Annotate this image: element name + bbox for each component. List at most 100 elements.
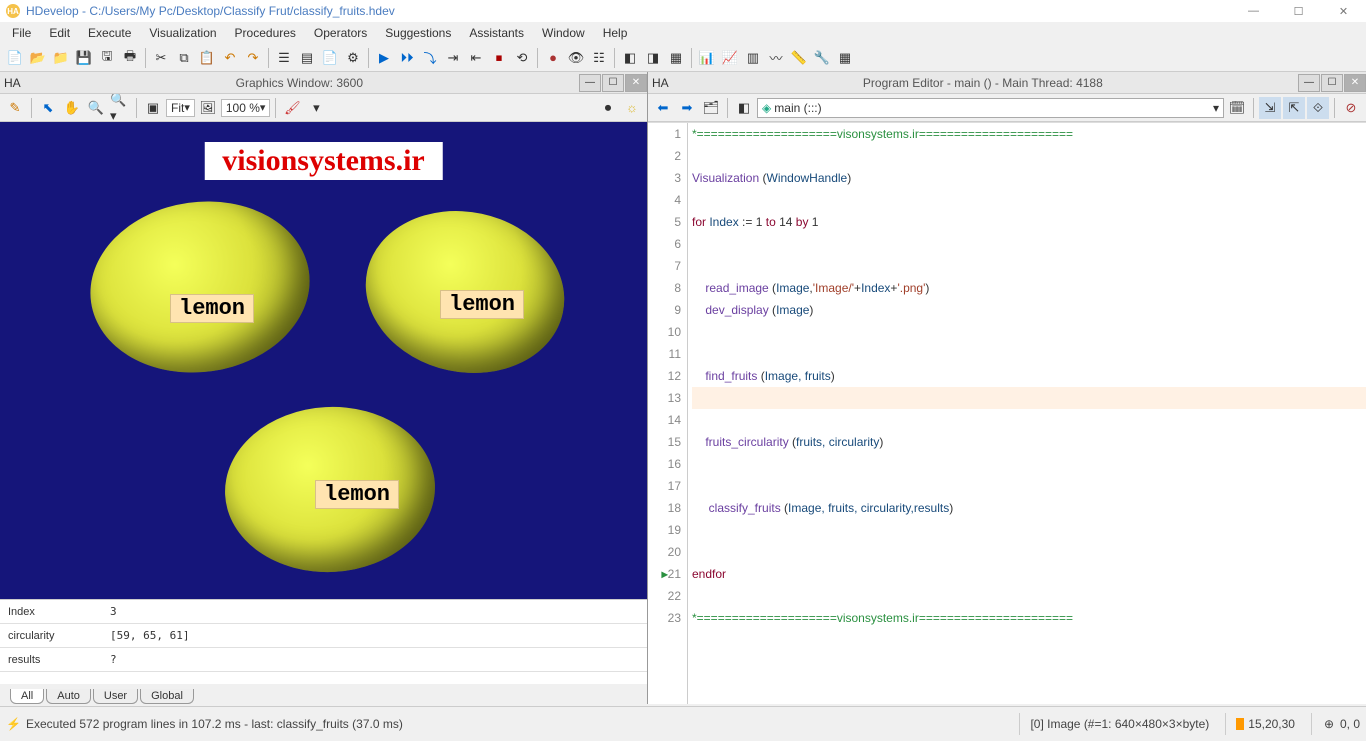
proc-icon[interactable]: ◧ bbox=[733, 97, 755, 119]
classification-label: lemon bbox=[440, 290, 524, 319]
chart1-icon[interactable]: 📊 bbox=[696, 47, 718, 69]
hand-icon[interactable]: ✋ bbox=[61, 97, 83, 119]
edit2-icon[interactable]: ⇱ bbox=[1283, 97, 1305, 119]
edit3-icon[interactable]: ⟐ bbox=[1307, 97, 1329, 119]
paste-icon[interactable]: 📋 bbox=[196, 47, 218, 69]
graphics-canvas[interactable]: visionsystems.ir lemon lemon lemon bbox=[0, 122, 647, 599]
display-icon[interactable]: ▣ bbox=[142, 97, 164, 119]
status-bar: ⚡ Executed 572 program lines in 107.2 ms… bbox=[0, 706, 1366, 741]
pane-minimize-button[interactable]: — bbox=[1298, 74, 1320, 92]
menu-window[interactable]: Window bbox=[534, 24, 593, 42]
procedure-dropdown[interactable]: ◈ main (:::) ▾ bbox=[757, 98, 1224, 118]
tab-auto[interactable]: Auto bbox=[46, 689, 91, 704]
window3-icon[interactable]: ▦ bbox=[665, 47, 687, 69]
menu-bar: File Edit Execute Visualization Procedur… bbox=[0, 22, 1366, 44]
pointer-icon[interactable]: ⬉ bbox=[37, 97, 59, 119]
menu-help[interactable]: Help bbox=[595, 24, 636, 42]
lemon-object bbox=[79, 188, 321, 387]
step-over-icon[interactable]: ⤵ bbox=[419, 47, 441, 69]
undo-icon[interactable]: ↶ bbox=[219, 47, 241, 69]
run-step-icon[interactable]: ⏵⏵ bbox=[396, 47, 418, 69]
settings-icon[interactable]: ⚙ bbox=[342, 47, 364, 69]
pane-minimize-button[interactable]: — bbox=[579, 74, 601, 92]
new-icon[interactable]: 📄 bbox=[4, 47, 26, 69]
menu-edit[interactable]: Edit bbox=[41, 24, 78, 42]
fit-dropdown[interactable]: Fit ▾ bbox=[166, 99, 195, 117]
stop-icon[interactable]: ⏹ bbox=[488, 47, 510, 69]
brush-icon[interactable]: 🖌 bbox=[281, 97, 303, 119]
copy-icon[interactable]: ⧉ bbox=[173, 47, 195, 69]
coord-pos: ⊕0, 0 bbox=[1311, 713, 1360, 735]
pane-maximize-button[interactable]: ☐ bbox=[602, 74, 624, 92]
menu-suggestions[interactable]: Suggestions bbox=[377, 24, 459, 42]
watch-icon[interactable]: 👁 bbox=[565, 47, 587, 69]
print-icon[interactable]: 🖶 bbox=[119, 47, 141, 69]
var-value: ? bbox=[100, 653, 117, 666]
nav-back-icon[interactable]: ⬅ bbox=[652, 97, 674, 119]
variable-row[interactable]: Index 3 bbox=[0, 600, 647, 624]
pencil-icon[interactable]: ✎ bbox=[4, 97, 26, 119]
edit1-icon[interactable]: ⇲ bbox=[1259, 97, 1281, 119]
pane-maximize-button[interactable]: ☐ bbox=[1321, 74, 1343, 92]
reset-icon[interactable]: ⟲ bbox=[511, 47, 533, 69]
graphics-toolbar: ✎ ⬉ ✋ 🔍 🔍▾ ▣ Fit ▾ 🖼 100 % ▾ 🖌 ▾ ⏺ ☼ bbox=[0, 94, 647, 122]
hist-icon[interactable]: ▥ bbox=[742, 47, 764, 69]
open-icon[interactable]: 📂 bbox=[27, 47, 49, 69]
run-icon[interactable]: ▶ bbox=[373, 47, 395, 69]
var-value: [59, 65, 61] bbox=[100, 629, 189, 642]
clear-bp-icon[interactable]: ⊘ bbox=[1340, 97, 1362, 119]
zoom-dd-icon[interactable]: 🔍▾ bbox=[109, 97, 131, 119]
image-icon[interactable]: 🖼 bbox=[197, 97, 219, 119]
step-out-icon[interactable]: ⇤ bbox=[465, 47, 487, 69]
close-button[interactable]: ✕ bbox=[1321, 0, 1366, 22]
chart2-icon[interactable]: 📈 bbox=[719, 47, 741, 69]
props-icon[interactable]: ▤ bbox=[296, 47, 318, 69]
variable-row[interactable]: results ? bbox=[0, 648, 647, 672]
breakpoint-icon[interactable]: ● bbox=[542, 47, 564, 69]
pane-logo-icon: HA bbox=[652, 76, 669, 90]
pane-close-button[interactable]: ✕ bbox=[1344, 74, 1366, 92]
var-name: Index bbox=[0, 606, 100, 618]
zoom-icon[interactable]: 🔍 bbox=[85, 97, 107, 119]
tool-icon[interactable]: 🔧 bbox=[811, 47, 833, 69]
redo-icon[interactable]: ↷ bbox=[242, 47, 264, 69]
menu-execute[interactable]: Execute bbox=[80, 24, 139, 42]
tab-user[interactable]: User bbox=[93, 689, 138, 704]
step-in-icon[interactable]: ⇥ bbox=[442, 47, 464, 69]
folder-icon[interactable]: 📁 bbox=[50, 47, 72, 69]
code-editor[interactable]: 1234567891011121314151617181920▸212223 *… bbox=[648, 122, 1366, 704]
tab-global[interactable]: Global bbox=[140, 689, 194, 704]
menu-operators[interactable]: Operators bbox=[306, 24, 375, 42]
minimize-button[interactable]: — bbox=[1231, 0, 1276, 22]
save-all-icon[interactable]: 🖫 bbox=[96, 47, 118, 69]
nav-fwd-icon[interactable]: ➡ bbox=[676, 97, 698, 119]
brush-dd-icon[interactable]: ▾ bbox=[305, 97, 327, 119]
bookmark-icon[interactable]: 🗂 bbox=[700, 97, 722, 119]
cal-icon[interactable]: 🗓 bbox=[1226, 97, 1248, 119]
window1-icon[interactable]: ◧ bbox=[619, 47, 641, 69]
profile-icon[interactable]: 〰 bbox=[765, 47, 787, 69]
status-message: Executed 572 program lines in 107.2 ms -… bbox=[26, 717, 403, 731]
list-icon[interactable]: ☰ bbox=[273, 47, 295, 69]
pane-close-button[interactable]: ✕ bbox=[625, 74, 647, 92]
light-icon[interactable]: ☼ bbox=[621, 97, 643, 119]
menu-assistants[interactable]: Assistants bbox=[461, 24, 532, 42]
grid-icon[interactable]: ▦ bbox=[834, 47, 856, 69]
tab-all[interactable]: All bbox=[10, 689, 44, 704]
menu-file[interactable]: File bbox=[4, 24, 39, 42]
exec-icon: ⚡ bbox=[6, 717, 20, 731]
measure-icon[interactable]: 📏 bbox=[788, 47, 810, 69]
doc-icon[interactable]: 📄 bbox=[319, 47, 341, 69]
window2-icon[interactable]: ◨ bbox=[642, 47, 664, 69]
vars-icon[interactable]: ☷ bbox=[588, 47, 610, 69]
zoom-dropdown[interactable]: 100 % ▾ bbox=[221, 99, 271, 117]
menu-procedures[interactable]: Procedures bbox=[227, 24, 304, 42]
record-icon[interactable]: ⏺ bbox=[597, 97, 619, 119]
save-icon[interactable]: 💾 bbox=[73, 47, 95, 69]
variable-row[interactable]: circularity [59, 65, 61] bbox=[0, 624, 647, 648]
pane-logo-icon: HA bbox=[4, 76, 21, 90]
menu-visualization[interactable]: Visualization bbox=[141, 24, 224, 42]
title-bar: HA HDevelop - C:/Users/My Pc/Desktop/Cla… bbox=[0, 0, 1366, 22]
maximize-button[interactable]: ☐ bbox=[1276, 0, 1321, 22]
cut-icon[interactable]: ✂ bbox=[150, 47, 172, 69]
